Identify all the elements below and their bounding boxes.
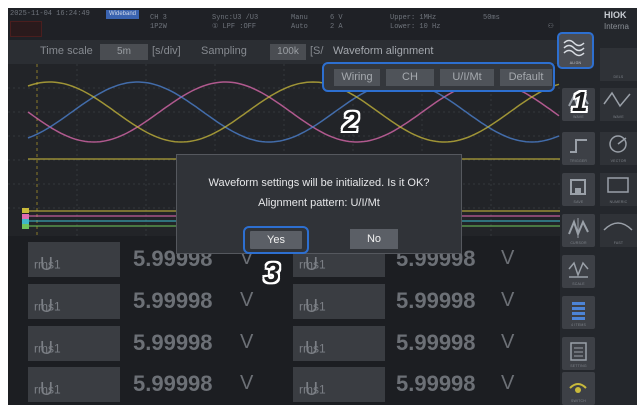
sidebar-side-wave[interactable]: WAVE [600,88,637,121]
meas-label: Urms1 [28,242,120,277]
sync-info: Sync:U3 /U3 [212,14,259,22]
range-a: 2 A [330,23,343,31]
align-button-highlight[interactable]: ALIGN [557,32,594,69]
meas-label: Urms1 [293,284,385,319]
meas-label: Urms1 [28,284,120,319]
sidebar-item-setting[interactable]: SETTING [562,337,595,370]
panel-title: Waveform alignment [333,45,434,57]
brand-sub: Interna [604,22,629,31]
meas-unit: V [501,331,515,353]
default-button[interactable]: Default [500,69,552,86]
lpf-info: ① LPF :OFF [212,23,257,31]
sidebar-item-switch[interactable]: SWITCH [562,372,595,405]
meas-unit: V [240,331,254,353]
wiring-info: 1P2W [150,23,167,31]
meas-label: Urms1 [293,367,385,402]
meas-value: 5.99998 [133,288,213,313]
wiring-button[interactable]: Wiring [334,69,380,86]
meas-unit: V [240,289,254,311]
time-scale-label: Time scale [40,45,93,57]
step-3-callout: 3 [264,257,280,288]
time-scale-value[interactable]: 5m [100,44,148,60]
meas-label: Urms1 [293,326,385,361]
meas-value: 5.99998 [396,371,476,396]
meas-unit: V [501,289,515,311]
yes-button[interactable]: Yes [250,231,302,249]
sampling-value[interactable]: 100k [270,44,306,60]
yes-button-highlight: Yes [243,226,309,254]
alignment-button-group: Wiring CH U/I/Mt Default [322,62,555,92]
sidebar-item-4-items[interactable]: 4 ITEMS [562,296,595,329]
meas-unit: V [501,247,515,269]
sidebar-item-trigger[interactable]: TRIGGER [562,132,595,165]
sidebar-item-scale[interactable]: SCALE [562,255,595,288]
sidebar-item-cursor[interactable]: CURSOR [562,214,595,247]
sidebar-side-numeric[interactable]: NUMERIC [600,173,637,206]
u-i-mt-button[interactable]: U/I/Mt [440,69,494,86]
range-mode-a: Auto [291,23,308,31]
status-indicator [10,21,42,37]
toolbar: Time scale 5m [s/div] Sampling 100k [S/ … [8,40,560,64]
meas-value: 5.99998 [396,330,476,355]
step-2-callout: 2 [343,106,359,137]
brand: HIOK [604,10,627,20]
mode-tag: Wideband [106,10,140,19]
upper-freq: Upper: 1MHz [390,14,437,22]
measurement-area: Urms1 5.99998 V Urms1 5.99998 V Urms1 5.… [8,236,560,405]
sidebar-side-fast[interactable]: FAST [600,214,637,247]
ch-marker-4 [22,224,29,229]
meas-value: 5.99998 [133,371,213,396]
confirm-dialog: Waveform settings will be initialized. I… [176,154,462,254]
meas-label: Urms1 [28,326,120,361]
ch-info: CH 3 [150,14,167,22]
sampling-label: Sampling [201,45,247,57]
ch-button[interactable]: CH [386,69,434,86]
sampling-unit: [S/ [310,45,324,57]
step-1-callout: 1 [572,86,588,117]
align-label: ALIGN [569,61,582,65]
no-button[interactable]: No [350,229,398,249]
ch-marker-3 [22,219,29,224]
dialog-pattern: Alignment pattern: U/I/Mt [258,197,380,209]
time-scale-unit: [s/div] [152,45,181,57]
sidebar-side-vector[interactable]: VECTOR [600,132,637,165]
lower-freq: Lower: 10 Hz [390,23,441,31]
wave-align-icon [563,39,585,57]
meas-value: 5.99998 [396,288,476,313]
screen: 2025-11-04 16:24:49 Wideband CH 3 1P2W S… [0,0,637,405]
range-v: 6 V [330,14,343,22]
meas-value: 5.99998 [133,330,213,355]
sidebar-side-dels[interactable]: DELS [600,48,637,81]
status-bar: 2025-11-04 16:24:49 Wideband CH 3 1P2W S… [8,8,560,40]
dialog-message: Waveform settings will be initialized. I… [208,177,430,189]
network-icon: ⚇ [548,21,554,31]
meas-unit: V [501,372,515,394]
datetime: 2025-11-04 16:24:49 [10,10,90,18]
ch-marker-2 [22,214,29,219]
meas-unit: V [240,372,254,394]
sidebar-item-save[interactable]: SAVE [562,173,595,206]
range-mode-v: Manu [291,14,308,22]
ch-marker-1 [22,208,29,213]
meas-label: Urms1 [28,367,120,402]
interval: 50ms [483,14,500,22]
